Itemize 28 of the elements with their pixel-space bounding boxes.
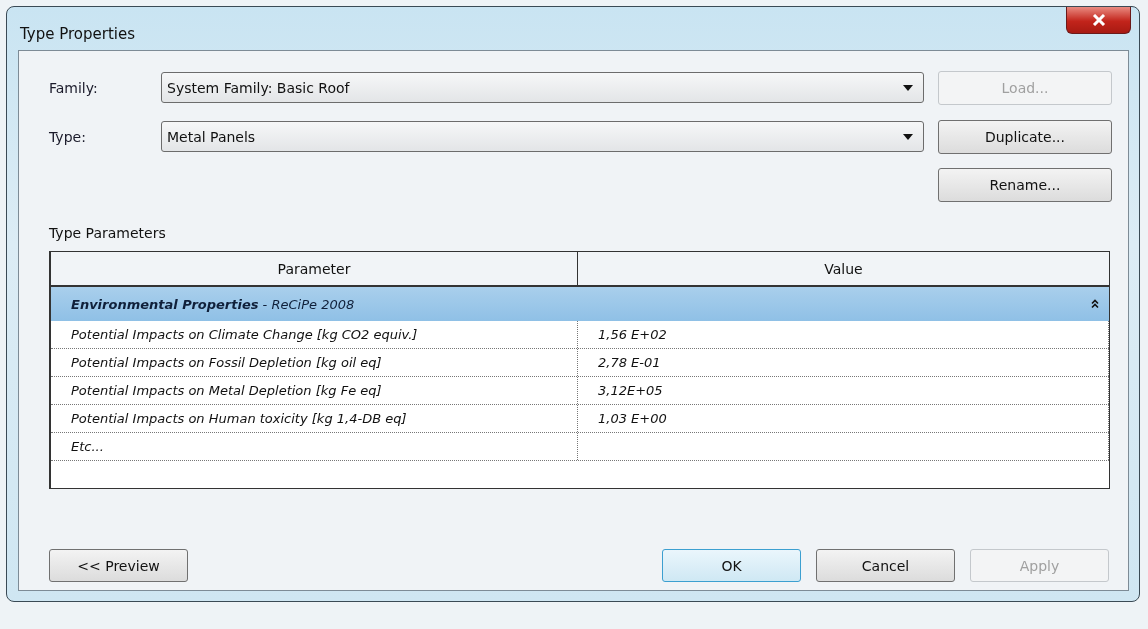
field-label: Type: [49, 128, 87, 145]
button[interactable]: Duplicate... [938, 119, 1112, 154]
button[interactable]: Cancel [816, 549, 955, 582]
dropdown-arrow-icon [903, 84, 913, 91]
button[interactable]: OK [662, 549, 801, 582]
column-header[interactable]: Value [578, 252, 1109, 285]
table-cell: 2,78 E-01 [578, 349, 1109, 376]
field-label: Family: [49, 79, 99, 96]
close-button[interactable] [1066, 7, 1131, 34]
button[interactable]: Rename... [938, 167, 1112, 202]
table-cell: 1,03 E+00 [578, 405, 1109, 432]
table-cell: Etc... [51, 433, 578, 460]
dropdown[interactable]: System Family: Basic Roof [161, 72, 924, 103]
table-cell: Potential Impacts on Human toxicity [kg 1,4-DB eq] [51, 405, 578, 432]
dropdown[interactable]: Metal Panels [161, 121, 924, 152]
table-cell: Potential Impacts on Climate Change [kg CO2 equiv.] [51, 321, 578, 348]
table-cell: Potential Impacts on Fossil Depletion [kg oil eq] [51, 349, 578, 376]
table-cell: Potential Impacts on Metal Depletion [kg Fe eq] [51, 377, 578, 404]
button[interactable]: << Preview [49, 549, 188, 582]
column-header[interactable]: Parameter [51, 252, 578, 285]
window-title: Type Properties [20, 25, 136, 43]
dropdown-arrow-icon [903, 133, 913, 140]
section-label: Type Parameters [49, 225, 167, 241]
table-cell: 3,12E+05 [578, 377, 1109, 404]
group-header[interactable]: Environmental Properties - ReCiPe 2008 [51, 287, 1109, 321]
collapse-icon[interactable] [1091, 299, 1099, 309]
table-cell: 1,56 E+02 [578, 321, 1109, 348]
close-icon [1091, 14, 1106, 26]
